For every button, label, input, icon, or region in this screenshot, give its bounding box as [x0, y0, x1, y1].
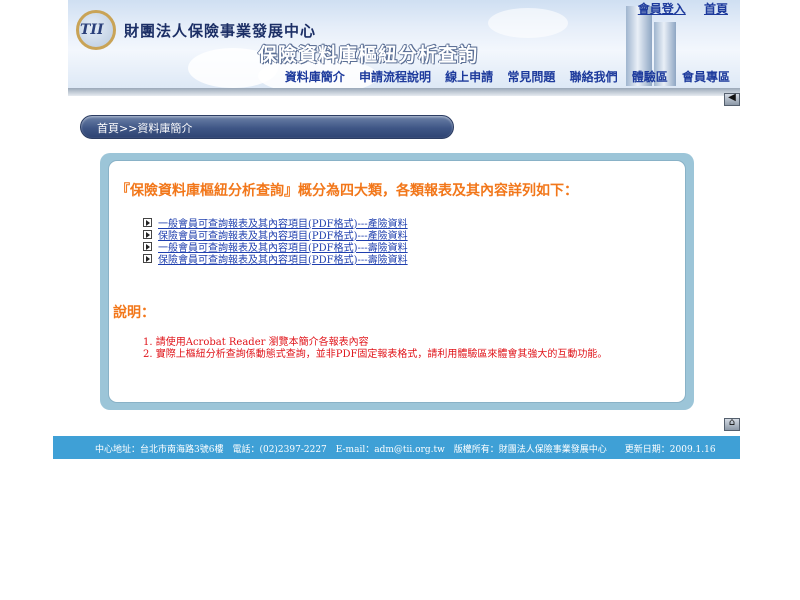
breadcrumb-text[interactable]: 首頁>>資料庫簡介	[97, 120, 192, 136]
intro-heading: 『保險資料庫樞紐分析查詢』概分為四大類，各類報表及其內容詳列如下：	[116, 183, 578, 199]
bullet-arrow-icon	[143, 229, 152, 239]
home-link[interactable]: 首頁	[704, 2, 728, 16]
logo-mark: TII	[80, 22, 104, 38]
nav-faq[interactable]: 常見問題	[507, 70, 555, 84]
footer: 中心地址：台北市南海路3號6樓 電話：(02)2397-2227 E-mail：…	[53, 436, 740, 459]
note-item: 1. 請使用Acrobat Reader 瀏覽本簡介各報表內容	[143, 337, 369, 348]
nav-member-area[interactable]: 會員專區	[682, 70, 730, 84]
breadcrumb: 首頁>>資料庫簡介	[80, 115, 454, 139]
bullet-arrow-icon	[143, 241, 152, 251]
nav-online-application[interactable]: 線上申請	[445, 70, 493, 84]
bullet-arrow-icon	[143, 217, 152, 227]
notes: 1. 請使用Acrobat Reader 瀏覽本簡介各報表內容 2. 實際上樞紐…	[143, 337, 607, 361]
bullet-arrow-icon	[143, 253, 152, 263]
report-link-insurance-life[interactable]: 保險會員可查詢報表及其內容項目(PDF格式)---壽險資料	[158, 251, 408, 266]
header-banner: TII 財團法人保險事業發展中心 保險資料庫樞紐分析查詢 會員登入 首頁 資料庫…	[68, 0, 740, 92]
nav-contact-us[interactable]: 聯絡我們	[570, 70, 618, 84]
main-nav: 資料庫簡介 申請流程說明 線上申請 常見問題 聯絡我們 體驗區 會員專區	[275, 68, 730, 85]
note-item: 2. 實際上樞紐分析查詢係動態式查詢，並非PDF固定報表格式，請利用體驗區來體會…	[143, 349, 608, 360]
top-links: 會員登入 首頁	[624, 0, 728, 17]
back-button[interactable]: ◀	[724, 92, 740, 106]
nav-application-process[interactable]: 申請流程說明	[359, 70, 431, 84]
banner-cloud	[488, 8, 568, 38]
nav-database-intro[interactable]: 資料庫簡介	[285, 70, 345, 84]
list-item: 保險會員可查詢報表及其內容項目(PDF格式)---壽險資料	[143, 251, 408, 266]
home-button[interactable]: ⌂	[724, 417, 740, 431]
member-login-link[interactable]: 會員登入	[638, 2, 686, 16]
org-name: 財團法人保險事業發展中心	[124, 22, 317, 40]
header-shadow	[68, 88, 740, 96]
footer-text: 中心地址：台北市南海路3號6樓 電話：(02)2397-2227 E-mail：…	[95, 445, 716, 455]
system-title: 保險資料庫樞紐分析查詢	[258, 44, 479, 66]
back-arrow-icon: ◀	[728, 92, 736, 103]
nav-trial-area[interactable]: 體驗區	[632, 70, 668, 84]
home-icon: ⌂	[728, 417, 736, 428]
report-list: 一般會員可查詢報表及其內容項目(PDF格式)---產險資料 保險會員可查詢報表及…	[143, 216, 408, 266]
notes-heading: 說明：	[113, 305, 155, 321]
